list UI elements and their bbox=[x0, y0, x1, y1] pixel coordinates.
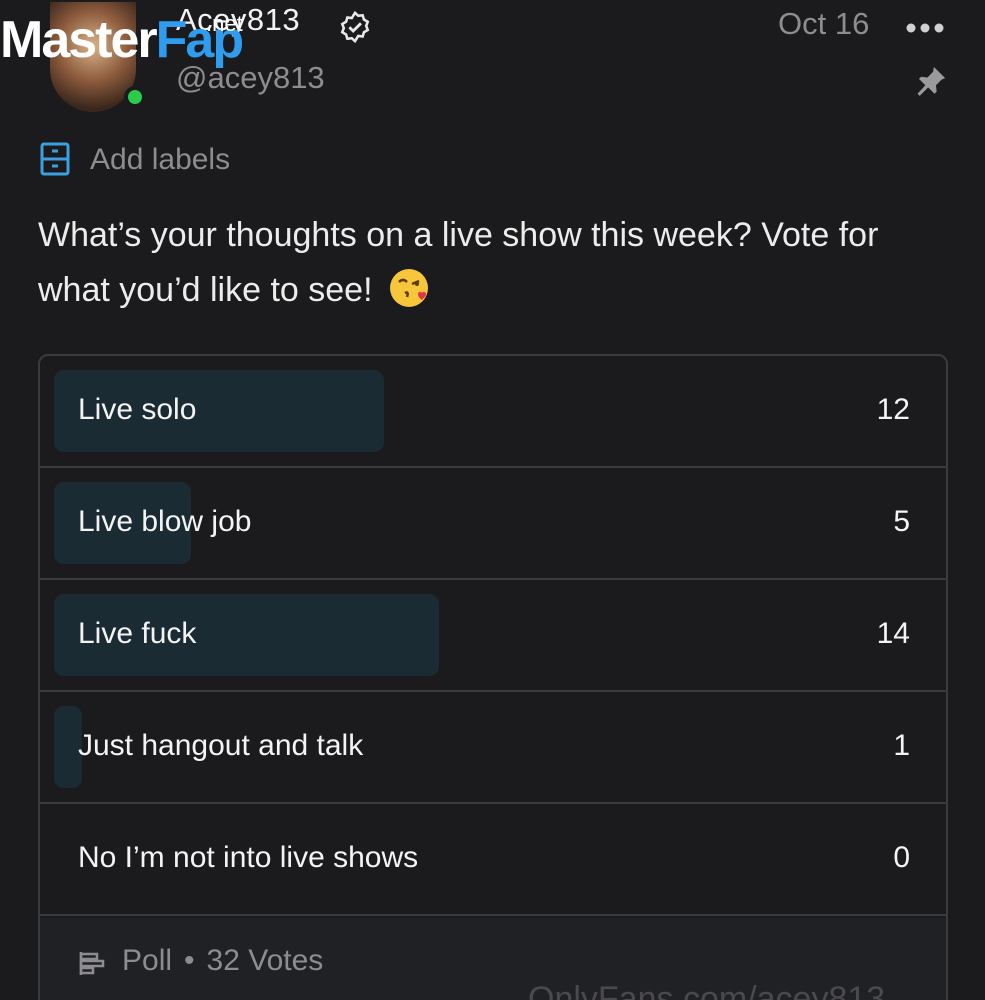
verified-badge-icon bbox=[340, 10, 370, 44]
label-icon bbox=[40, 142, 70, 176]
poll-option-label: Live blow job bbox=[78, 505, 252, 538]
poll-icon bbox=[79, 952, 105, 975]
site-watermark-logo: MasterFap .net bbox=[0, 10, 244, 70]
poll-option-votes: 0 bbox=[893, 841, 910, 874]
poll-option[interactable]: Live solo 12 bbox=[40, 356, 946, 468]
pin-icon[interactable] bbox=[914, 64, 948, 98]
poll-option-label: Live solo bbox=[78, 393, 197, 426]
poll-option-label: No I’m not into live shows bbox=[78, 841, 419, 874]
post-text: What’s your thoughts on a live show this… bbox=[38, 216, 879, 309]
online-status-dot bbox=[124, 86, 146, 108]
poll-type-label: Poll bbox=[122, 944, 173, 977]
post-date: Oct 16 bbox=[778, 6, 870, 41]
poll-option-label: Live fuck bbox=[78, 617, 197, 650]
poll-option[interactable]: Just hangout and talk 1 bbox=[40, 692, 946, 804]
more-options-icon[interactable] bbox=[904, 16, 946, 40]
poll-total-votes: 32 Votes bbox=[206, 944, 324, 977]
poll: Live solo 12 Live blow job 5 Live fuck 1… bbox=[38, 354, 948, 1000]
poll-option[interactable]: Live fuck 14 bbox=[40, 580, 946, 692]
poll-option-votes: 12 bbox=[876, 393, 910, 426]
watermark-net: .net bbox=[206, 11, 243, 36]
post-body: What’s your thoughts on a live show this… bbox=[38, 208, 958, 318]
add-labels-button[interactable]: Add labels bbox=[40, 140, 230, 180]
kissing-face-emoji-icon bbox=[389, 269, 428, 307]
poll-footer-separator: • bbox=[184, 944, 195, 977]
poll-option-votes: 5 bbox=[893, 505, 910, 538]
add-labels-text: Add labels bbox=[90, 143, 231, 176]
poll-option-votes: 1 bbox=[893, 729, 910, 762]
onlyfans-url-watermark: OnlyFans.com/acey813 bbox=[528, 980, 886, 1000]
poll-option-label: Just hangout and talk bbox=[78, 729, 364, 762]
watermark-master: Master bbox=[0, 11, 158, 69]
poll-option-votes: 14 bbox=[876, 617, 910, 650]
poll-option[interactable]: Live blow job 5 bbox=[40, 468, 946, 580]
post-card: Acey813 @acey813 Oct 16 MasterFap .net A… bbox=[0, 0, 985, 1000]
poll-option[interactable]: No I’m not into live shows 0 bbox=[40, 804, 946, 916]
